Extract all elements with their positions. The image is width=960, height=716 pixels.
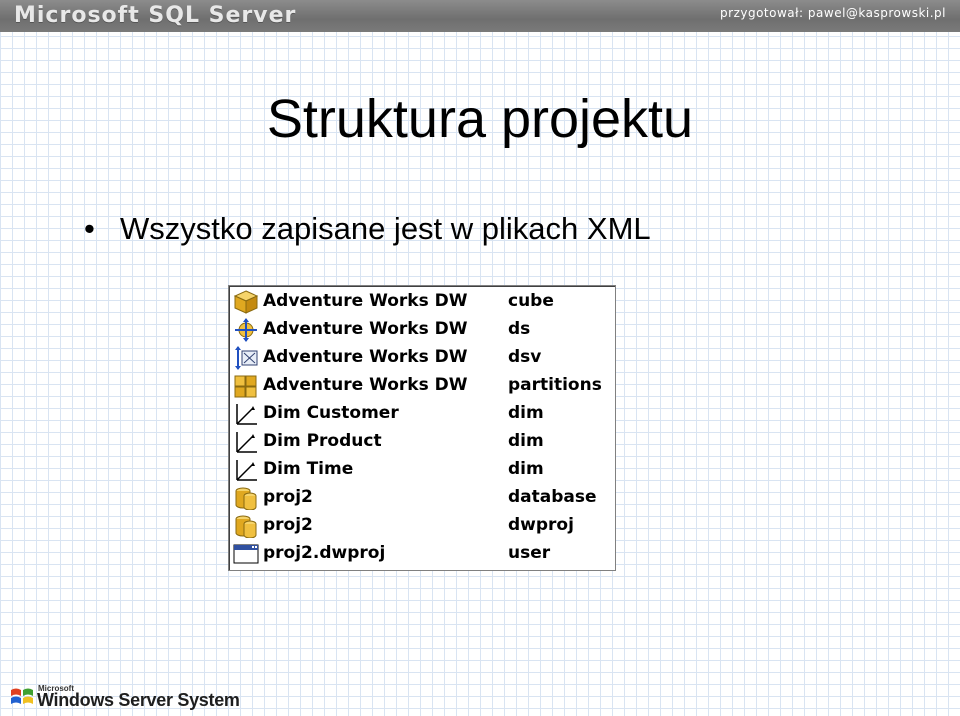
- file-name: proj2: [263, 515, 313, 535]
- file-type: dim: [508, 403, 544, 423]
- data-source-icon: [235, 318, 257, 342]
- file-type: database: [508, 487, 597, 507]
- file-type: dim: [508, 459, 544, 479]
- dimension-icon: [236, 432, 257, 453]
- file-list-item[interactable]: Adventure Works DW cube: [233, 288, 613, 316]
- file-type: cube: [508, 291, 554, 311]
- bullet-icon: •: [84, 211, 95, 246]
- database-icon: [235, 487, 257, 510]
- file-list-panel: Adventure Works DW cube Adventure Works …: [228, 285, 616, 571]
- file-list-item[interactable]: Adventure Works DW ds: [233, 316, 613, 344]
- header-bar: Microsoft SQL Server przygotował: pawel@…: [0, 0, 960, 32]
- file-name: Dim Product: [263, 431, 382, 451]
- dimension-icon: [236, 404, 257, 425]
- file-name: Adventure Works DW: [263, 291, 468, 311]
- file-type: partitions: [508, 375, 602, 395]
- file-list-item[interactable]: proj2.dwproj user: [233, 540, 613, 568]
- cube-icon: [233, 290, 259, 314]
- brand-logo-text: Microsoft SQL Server: [14, 3, 297, 28]
- bullet-item: • Wszystko zapisane jest w plikach XML: [84, 211, 651, 246]
- file-type: ds: [508, 319, 531, 339]
- author-credit: przygotował: pawel@kasprowski.pl: [720, 6, 946, 20]
- file-type: user: [508, 543, 551, 563]
- file-type: dwproj: [508, 515, 574, 535]
- file-name: proj2: [263, 487, 313, 507]
- windows-server-system-logo: Microsoft Windows Server System: [10, 684, 240, 712]
- file-name: Dim Time: [263, 459, 354, 479]
- file-name: Adventure Works DW: [263, 347, 468, 367]
- file-name: proj2.dwproj: [263, 543, 386, 563]
- window-icon: [233, 544, 259, 564]
- file-type: dsv: [508, 347, 542, 367]
- database-icon: [235, 515, 257, 538]
- file-list-item[interactable]: proj2 database: [233, 484, 613, 512]
- file-list-item[interactable]: proj2 dwproj: [233, 512, 613, 540]
- file-list-item[interactable]: Adventure Works DW partitions: [233, 372, 613, 400]
- file-name: Dim Customer: [263, 403, 399, 423]
- dimension-icon: [236, 460, 257, 481]
- file-list-item[interactable]: Adventure Works DW dsv: [233, 344, 613, 372]
- file-list-item[interactable]: Dim Customer dim: [233, 400, 613, 428]
- file-name: Adventure Works DW: [263, 375, 468, 395]
- data-source-view-icon: [235, 346, 258, 370]
- windows-server-system-wordmark: Windows Server System: [37, 690, 240, 710]
- file-name: Adventure Works DW: [263, 319, 468, 339]
- bullet-text: Wszystko zapisane jest w plikach XML: [120, 211, 651, 246]
- file-list-item[interactable]: Dim Time dim: [233, 456, 613, 484]
- file-list-item[interactable]: Dim Product dim: [233, 428, 613, 456]
- slide-title: Struktura projektu: [266, 89, 694, 149]
- windows-flag-icon: [11, 688, 33, 704]
- file-type: dim: [508, 431, 544, 451]
- partitions-icon: [234, 375, 257, 398]
